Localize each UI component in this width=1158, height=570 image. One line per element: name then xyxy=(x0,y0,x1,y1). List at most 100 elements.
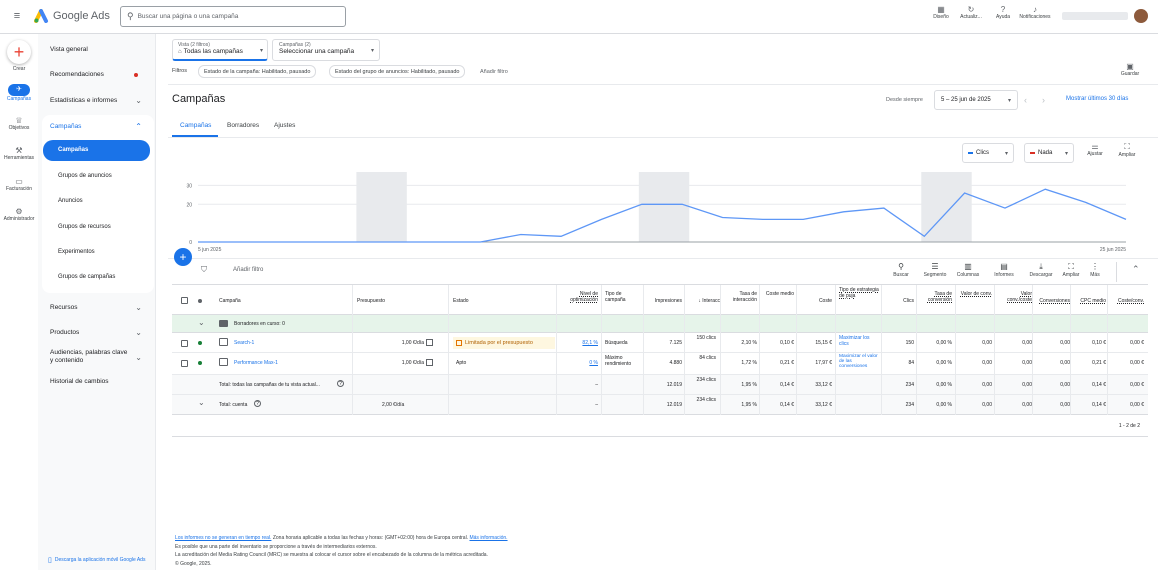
campaign-name-link[interactable]: Search-1 xyxy=(234,340,254,346)
filter-icon[interactable]: ⛉ xyxy=(201,265,207,275)
search-input[interactable]: ⚲ Buscar una página o una campaña xyxy=(120,6,346,27)
th-clicks[interactable]: Clics xyxy=(884,298,914,304)
th-interactions[interactable]: ↓ Interacc xyxy=(686,298,720,304)
subnav-ads[interactable]: Anuncios xyxy=(58,198,83,204)
add-campaign-button[interactable]: + xyxy=(174,248,192,266)
bid-strategy[interactable]: Maximizar el valor de las conversiones xyxy=(839,354,879,370)
edit-icon[interactable] xyxy=(426,339,433,346)
google-ads-logo[interactable] xyxy=(34,9,50,23)
metric-selector-2[interactable]: Nada ▾ xyxy=(1024,143,1074,163)
tool-more[interactable]: ⋮ Más xyxy=(1087,262,1103,278)
drafts-row[interactable]: ⌄ Borradores en curso: 0 xyxy=(172,315,1148,333)
campaign-selector[interactable]: Campañas (2) Seleccionar una campaña ▾ xyxy=(272,39,380,61)
nav-item-assets[interactable]: Recursos ⌄ xyxy=(50,303,142,312)
optimization-score[interactable]: 0 % xyxy=(558,360,598,366)
th-campaign[interactable]: Campaña xyxy=(219,298,241,304)
nav-item-change-history[interactable]: Historial de cambios xyxy=(50,378,142,385)
subnav-campaign-groups[interactable]: Grupos de campañas xyxy=(58,274,115,280)
subnav-experiments[interactable]: Experimentos xyxy=(58,249,95,255)
rail-item-goals[interactable]: ♕ Objetivos xyxy=(0,116,38,131)
rail-item-billing[interactable]: ▭ Facturación xyxy=(0,177,38,192)
th-campaign-type[interactable]: Tipo de campaña xyxy=(605,291,639,303)
th-status[interactable]: Estado xyxy=(453,298,469,304)
show-last-30-days-link[interactable]: Mostrar últimos 30 días xyxy=(1066,96,1128,102)
status-limited[interactable]: Limitada por el presupuesto xyxy=(453,337,555,349)
select-all-checkbox[interactable] xyxy=(181,297,188,304)
th-cost-per-conv[interactable]: Coste/conv. xyxy=(1108,298,1144,304)
account-info-blurred[interactable] xyxy=(1062,12,1128,20)
nav-item-campaigns[interactable]: Campañas ⌃ xyxy=(50,122,142,131)
rail-item-tools[interactable]: ⚒ Herramientas xyxy=(0,146,38,161)
tool-search[interactable]: ⚲ Buscar xyxy=(888,262,914,278)
collapse-icon[interactable]: ⌃ xyxy=(1132,264,1140,275)
tool-columns[interactable]: ▥ Columnas xyxy=(955,262,981,278)
subnav-ad-groups[interactable]: Grupos de anuncios xyxy=(58,173,112,179)
create-button[interactable]: + xyxy=(7,40,31,64)
tool-reports[interactable]: ▤ Informes xyxy=(991,262,1017,278)
help-icon[interactable]: ? xyxy=(254,400,261,407)
notifications-button[interactable]: ♪ Notificaciones xyxy=(1018,5,1052,20)
app-download-link[interactable]: ▯ Descarga la aplicación móvil Google Ads xyxy=(48,556,154,564)
filter-chip-adgroup-status[interactable]: Estado del grupo de anuncios: Habilitado… xyxy=(329,65,466,78)
help-button[interactable]: ? Ayuda xyxy=(988,5,1018,20)
chevron-down-icon[interactable]: ⌄ xyxy=(198,398,205,407)
design-button[interactable]: ▦ Diseño xyxy=(924,5,958,20)
add-filter-button[interactable]: Añadir filtro xyxy=(480,69,508,75)
next-date-icon[interactable]: › xyxy=(1042,95,1045,105)
th-conv-value[interactable]: Valor de conv. xyxy=(958,291,992,297)
refresh-button[interactable]: ↻ Actualiz... xyxy=(956,5,986,20)
subnav-asset-groups[interactable]: Grupos de recursos xyxy=(58,224,111,230)
th-optimization[interactable]: Nivel de optimización xyxy=(558,291,598,303)
tool-expand[interactable]: ⛶ Ampliar xyxy=(1058,262,1084,278)
table-row[interactable]: Performance Max-1 1,00 €/día Apto 0 % Má… xyxy=(172,353,1148,375)
th-budget[interactable]: Presupuesto xyxy=(357,298,427,304)
footer-more-info-link[interactable]: Más información. xyxy=(469,535,507,541)
help-icon[interactable]: ? xyxy=(337,380,344,387)
menu-icon[interactable]: ≡ xyxy=(10,10,24,22)
prev-date-icon[interactable]: ‹ xyxy=(1024,95,1027,105)
th-conv-rate[interactable]: Tasa de conversión xyxy=(918,291,952,303)
tab-settings[interactable]: Ajustes xyxy=(274,122,295,129)
status-dot-enabled xyxy=(198,361,202,365)
y-tick-label: 0 xyxy=(189,240,192,246)
view-selector[interactable]: Vista (2 filtros) ⌂ Todas las campañas ▾ xyxy=(172,39,268,61)
footer-realtime-link[interactable]: Los informes no se generan en tiempo rea… xyxy=(175,535,271,541)
tab-campaigns[interactable]: Campañas xyxy=(180,122,211,129)
adjust-button[interactable]: ⚌ Ajustar xyxy=(1082,142,1108,157)
rail-item-campaigns[interactable]: ✈ Campañas xyxy=(0,84,38,102)
th-interaction-rate[interactable]: Tasa de interacción xyxy=(723,291,757,303)
th-avg-cpc[interactable]: CPC medio xyxy=(1072,298,1106,304)
edit-icon[interactable] xyxy=(426,359,433,366)
rail-item-admin[interactable]: ⚙ Administrador xyxy=(0,207,38,222)
tool-segment[interactable]: ☰ Segmento xyxy=(922,262,948,278)
tab-drafts[interactable]: Borradores xyxy=(227,122,259,129)
th-bid-strategy[interactable]: Tipo de estrategia de puja xyxy=(839,287,879,299)
th-value-per-cost[interactable]: Valor conv./coste xyxy=(996,291,1032,303)
chart-expand-button[interactable]: ⛶ Ampliar xyxy=(1114,142,1140,158)
nav-item-products[interactable]: Productos ⌄ xyxy=(50,328,142,337)
nav-item-recommendations[interactable]: Recomendaciones xyxy=(50,71,142,78)
chevron-down-icon[interactable]: ⌄ xyxy=(198,318,205,327)
optimization-score[interactable]: 82,1 % xyxy=(558,340,598,346)
th-cost[interactable]: Coste xyxy=(798,298,832,304)
nav-item-overview[interactable]: Vista general xyxy=(50,46,142,53)
table-add-filter[interactable]: Añadir filtro xyxy=(233,267,263,273)
tool-download[interactable]: ⤓ Descargar xyxy=(1028,262,1054,278)
metric-selector-1[interactable]: Clics ▾ xyxy=(962,143,1014,163)
avatar[interactable] xyxy=(1134,9,1148,23)
nav-item-audiences[interactable]: Audiencias, palabras clave y contenido ⌄ xyxy=(50,349,142,365)
campaign-name-link[interactable]: Performance Max-1 xyxy=(234,360,278,366)
date-range-picker[interactable]: 5 – 25 jun de 2025 ▾ xyxy=(934,90,1018,110)
row-checkbox[interactable] xyxy=(181,360,188,367)
th-conversions[interactable]: Conversiones xyxy=(1034,298,1070,304)
save-button[interactable]: ▣ Guardar xyxy=(1118,62,1142,77)
table-row[interactable]: Search-1 1,00 €/día Limitada por el pres… xyxy=(172,333,1148,353)
nav-item-insights[interactable]: Estadísticas e informes ⌄ xyxy=(50,96,142,105)
campaign-type: Búsqueda xyxy=(605,340,628,346)
filter-chip-campaign-status[interactable]: Estado de la campaña: Habilitado, pausad… xyxy=(198,65,317,78)
bid-strategy[interactable]: Maximizar los clics xyxy=(839,335,879,347)
th-impressions[interactable]: Impresiones xyxy=(646,298,682,304)
th-avg-cost[interactable]: Coste medio xyxy=(762,291,794,297)
subnav-campaigns[interactable]: Campañas xyxy=(58,147,88,153)
row-checkbox[interactable] xyxy=(181,340,188,347)
